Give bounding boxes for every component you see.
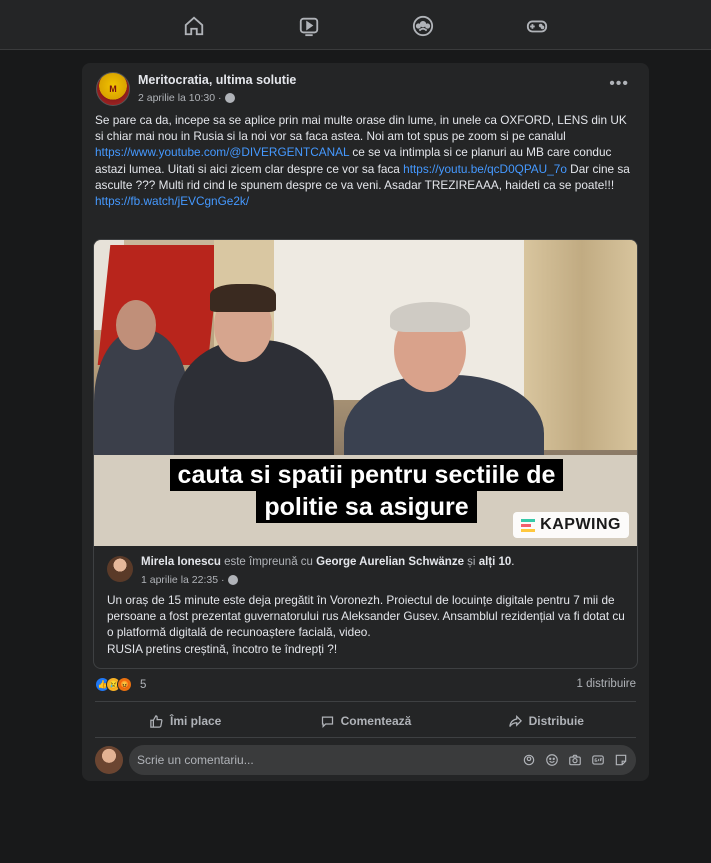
thumbs-up-icon — [150, 714, 163, 728]
period: . — [511, 556, 515, 568]
shared-text-paragraph: RUSIA pretins creștină, încotro te îndre… — [107, 641, 338, 656]
post-text-part: Se pare ca da, incepe sa se aplice prin … — [95, 113, 627, 144]
gaming-icon[interactable] — [525, 14, 549, 38]
video-caption-line-1: cauta si spatii pentru sectiile de — [94, 459, 637, 491]
divider — [95, 737, 636, 738]
tagged-person[interactable]: George Aurelian Schwänze — [316, 556, 464, 568]
kapwing-text: KAPWING — [540, 516, 621, 533]
shared-text-paragraph: Un oraș de 15 minute este deja pregătit … — [107, 593, 625, 640]
avatar-sticker-icon[interactable] — [521, 752, 536, 767]
groups-icon[interactable] — [411, 14, 435, 38]
page-name[interactable]: Meritocratia, ultima solutie — [138, 73, 296, 87]
sticker-icon[interactable] — [613, 752, 628, 767]
comment-label: Comentează — [340, 714, 412, 728]
comment-input[interactable] — [137, 745, 497, 775]
shares-count[interactable]: 1 distribuire — [577, 678, 636, 690]
post-text: Se pare ca da, incepe sa se aplice prin … — [95, 112, 630, 209]
divider — [95, 701, 636, 702]
fb-watch-link[interactable]: https://fb.watch/jEVCgnGe2k/ — [95, 194, 249, 208]
more-options-icon[interactable]: ••• — [609, 76, 629, 92]
like-label: Îmi place — [169, 714, 222, 728]
video-player[interactable]: cauta si spatii pentru sectiile de polit… — [94, 240, 637, 546]
video-scene — [210, 284, 276, 312]
home-icon[interactable] — [182, 14, 206, 38]
with-text: este împreună cu — [220, 556, 317, 568]
video-scene — [116, 300, 156, 350]
reaction-icons: 👍 😢 😡 — [95, 677, 132, 692]
tagged-others[interactable]: alți 10 — [479, 556, 512, 568]
post-card: M Meritocratia, ultima solutie 2 aprilie… — [82, 63, 649, 781]
comment-button[interactable]: Comentează — [275, 707, 455, 735]
kapwing-logo-icon — [521, 518, 536, 532]
share-button[interactable]: Distribuie — [456, 707, 636, 735]
and-text: și — [463, 556, 479, 568]
kapwing-watermark: KAPWING — [513, 512, 629, 538]
gif-icon[interactable] — [590, 752, 605, 767]
shared-post-text: Un oraș de 15 minute este deja pregătit … — [107, 592, 632, 657]
like-button[interactable]: Îmi place — [95, 707, 275, 735]
comment-tools — [521, 752, 628, 767]
reaction-count[interactable]: 5 — [140, 679, 146, 691]
comment-box — [129, 745, 636, 775]
youtube-channel-link[interactable]: https://www.youtube.com/@DIVERGENTCANAL — [95, 145, 349, 159]
shared-author-avatar[interactable] — [107, 556, 133, 582]
share-label: Distribuie — [528, 714, 584, 728]
post-actions: Îmi place Comentează Distribuie — [95, 707, 636, 735]
post-date[interactable]: 2 aprilie la 10:30 · — [138, 92, 221, 104]
post-meta: 2 aprilie la 10:30 · — [138, 92, 236, 104]
comment-icon — [321, 716, 333, 728]
globe-icon — [228, 575, 239, 585]
shared-author-name[interactable]: Mirela Ionescu — [141, 556, 221, 568]
shared-post[interactable]: cauta si spatii pentru sectiile de polit… — [93, 239, 638, 669]
page-avatar[interactable]: M — [96, 72, 130, 106]
youtube-video-link[interactable]: https://youtu.be/qcD0QPAU_7o — [403, 162, 567, 176]
reactions-summary[interactable]: 👍 😢 😡 5 — [95, 677, 146, 692]
shared-post-header: Mirela Ionescu este împreună cu George A… — [141, 556, 621, 568]
angry-reaction-icon: 😡 — [117, 677, 132, 692]
emoji-icon[interactable] — [544, 752, 559, 767]
video-scene — [390, 302, 470, 332]
shared-post-date[interactable]: 1 aprilie la 22:35 · — [141, 574, 224, 586]
camera-icon[interactable] — [567, 752, 582, 767]
user-avatar[interactable] — [95, 746, 123, 774]
video-icon[interactable] — [297, 14, 321, 38]
avatar-logo-text: M — [109, 84, 117, 94]
top-navigation-bar — [0, 0, 711, 50]
shared-post-meta: 1 aprilie la 22:35 · — [141, 574, 239, 586]
share-icon — [508, 714, 522, 727]
globe-icon — [225, 93, 236, 103]
